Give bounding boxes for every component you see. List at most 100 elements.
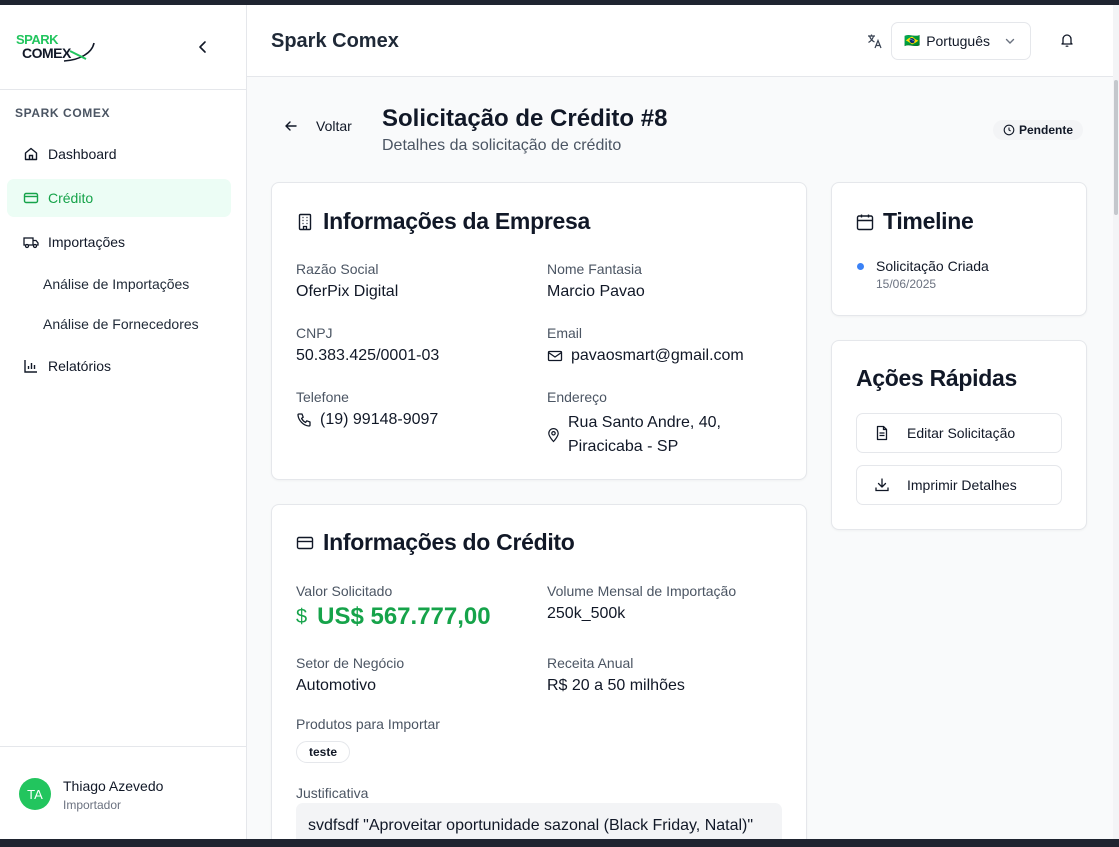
user-name: Thiago Azevedo xyxy=(63,778,164,794)
dollar-icon: $ xyxy=(296,605,308,628)
volume-mensal-value: 250k_500k xyxy=(547,605,626,622)
timeline-event-title: Solicitação Criada xyxy=(876,258,989,274)
page-subtitle: Detalhes da solicitação de crédito xyxy=(382,137,622,154)
building-icon xyxy=(296,213,314,231)
sidebar-item-dashboard[interactable]: Dashboard xyxy=(7,135,231,173)
telefone-label: Telefone xyxy=(296,389,349,405)
svg-text:COMEX: COMEX xyxy=(22,45,72,61)
back-button[interactable]: Voltar xyxy=(283,118,352,134)
quick-actions-card: Ações Rápidas Editar Solicitação Imprimi… xyxy=(831,340,1087,530)
valor-solicitado-label: Valor Solicitado xyxy=(296,583,393,599)
razao-social-value: OferPix Digital xyxy=(296,283,399,300)
credit-card-icon xyxy=(23,190,39,206)
user-role: Importador xyxy=(63,798,122,812)
app-window: SPARK COMEX SPARK COMEX Dashboard Crédit… xyxy=(0,5,1119,839)
sidebar-item-importacoes[interactable]: Importações xyxy=(7,223,231,261)
back-label: Voltar xyxy=(316,118,352,134)
truck-icon xyxy=(23,234,39,250)
avatar: TA xyxy=(19,778,51,810)
language-select[interactable]: 🇧🇷 Português xyxy=(891,22,1031,60)
timeline-event-date: 15/06/2025 xyxy=(876,277,937,291)
cnpj-label: CNPJ xyxy=(296,325,333,341)
map-pin-icon xyxy=(547,427,560,443)
user-profile[interactable]: TA Thiago Azevedo Importador xyxy=(0,746,247,839)
sidebar-subitem-analise-fornecedores[interactable]: Análise de Fornecedores xyxy=(43,316,199,332)
telefone-text: (19) 99148-9097 xyxy=(320,411,439,428)
sidebar-item-label: Relatórios xyxy=(48,358,112,374)
translate-icon xyxy=(866,32,884,50)
timeline-card: Timeline Solicitação Criada 15/06/2025 xyxy=(831,182,1087,316)
telefone-value: (19) 99148-9097 xyxy=(296,411,438,429)
product-chip: teste xyxy=(296,741,351,763)
justificativa-label: Justificativa xyxy=(296,785,369,801)
print-details-label: Imprimir Detalhes xyxy=(907,477,1017,493)
card-title-text: Timeline xyxy=(883,208,974,234)
cnpj-value: 50.383.425/0001-03 xyxy=(296,347,440,364)
card-title-text: Informações da Empresa xyxy=(323,208,590,234)
quick-actions-title: Ações Rápidas xyxy=(856,365,1017,391)
brazil-flag-icon: 🇧🇷 xyxy=(904,33,921,48)
nome-fantasia-value: Marcio Pavao xyxy=(547,283,645,300)
arrow-left-icon xyxy=(283,118,299,134)
sidebar-item-relatorios[interactable]: Relatórios xyxy=(7,347,231,385)
calendar-icon xyxy=(856,213,874,231)
language-label: Português xyxy=(926,33,991,49)
chevron-left-icon xyxy=(199,41,206,53)
setor-negocio-label: Setor de Negócio xyxy=(296,655,405,671)
justificativa-text: svdfsdf "Aproveitar oportunidade sazonal… xyxy=(296,803,782,839)
bar-chart-icon xyxy=(23,358,39,374)
volume-mensal-label: Volume Mensal de Importação xyxy=(547,583,737,599)
valor-solicitado-value: $ US$ 567.777,00 xyxy=(296,603,491,631)
print-details-button[interactable]: Imprimir Detalhes xyxy=(856,465,1062,505)
credit-card-icon xyxy=(296,534,314,552)
status-badge: Pendente xyxy=(993,120,1084,140)
card-title-text: Informações do Crédito xyxy=(323,529,575,555)
sidebar-item-label: Importações xyxy=(48,234,126,250)
sidebar-subitem-analise-importacoes[interactable]: Análise de Importações xyxy=(43,276,189,292)
edit-request-label: Editar Solicitação xyxy=(907,425,1016,441)
company-info-title: Informações da Empresa xyxy=(296,208,590,235)
razao-social-label: Razão Social xyxy=(296,261,379,277)
endereco-line2: Piracicaba - SP xyxy=(568,438,679,455)
valor-solicitado-amount: US$ 567.777,00 xyxy=(317,603,491,630)
download-icon xyxy=(874,477,890,493)
email-text: pavaosmart@gmail.com xyxy=(571,347,744,364)
receita-anual-value: R$ 20 a 50 milhões xyxy=(547,677,685,694)
company-info-card: Informações da Empresa Razão Social Ofer… xyxy=(271,182,807,480)
timeline-dot xyxy=(857,263,864,270)
sidebar-item-label: Dashboard xyxy=(48,146,117,162)
sidebar-header: SPARK COMEX xyxy=(0,5,246,90)
endereco-line1: Rua Santo Andre, 40, xyxy=(568,414,721,431)
page-title: Solicitação de Crédito #8 xyxy=(382,105,668,132)
endereco-value: Rua Santo Andre, 40, Piracicaba - SP xyxy=(547,411,721,459)
clock-icon xyxy=(1003,124,1015,136)
sidebar-item-credito[interactable]: Crédito xyxy=(7,179,231,217)
credit-info-title: Informações do Crédito xyxy=(296,529,575,556)
credit-info-card: Informações do Crédito Valor Solicitado … xyxy=(271,504,807,839)
phone-icon xyxy=(296,412,312,428)
receita-anual-label: Receita Anual xyxy=(547,655,634,671)
email-label: Email xyxy=(547,325,583,341)
email-value: pavaosmart@gmail.com xyxy=(547,347,744,365)
sidebar: SPARK COMEX SPARK COMEX Dashboard Crédit… xyxy=(0,5,247,839)
file-text-icon xyxy=(874,425,890,441)
status-label: Pendente xyxy=(1019,123,1074,137)
produtos-label: Produtos para Importar xyxy=(296,716,440,732)
scrollbar-thumb[interactable] xyxy=(1114,80,1118,215)
sidebar-section-label: SPARK COMEX xyxy=(15,106,111,120)
chevron-down-icon xyxy=(1004,35,1016,47)
edit-request-button[interactable]: Editar Solicitação xyxy=(856,413,1062,453)
app-title: Spark Comex xyxy=(271,30,399,52)
window-bottom-edge xyxy=(0,839,1119,847)
setor-negocio-value: Automotivo xyxy=(296,677,377,694)
home-icon xyxy=(23,146,39,162)
sidebar-item-label: Crédito xyxy=(48,190,94,206)
mail-icon xyxy=(547,348,563,364)
spark-comex-logo[interactable]: SPARK COMEX xyxy=(16,31,96,63)
endereco-label: Endereço xyxy=(547,389,607,405)
timeline-title: Timeline xyxy=(856,208,974,235)
top-header: Spark Comex 🇧🇷 Português xyxy=(247,5,1119,77)
collapse-sidebar-button[interactable] xyxy=(194,38,212,56)
nome-fantasia-label: Nome Fantasia xyxy=(547,261,642,277)
notifications-bell-icon[interactable] xyxy=(1059,32,1075,48)
